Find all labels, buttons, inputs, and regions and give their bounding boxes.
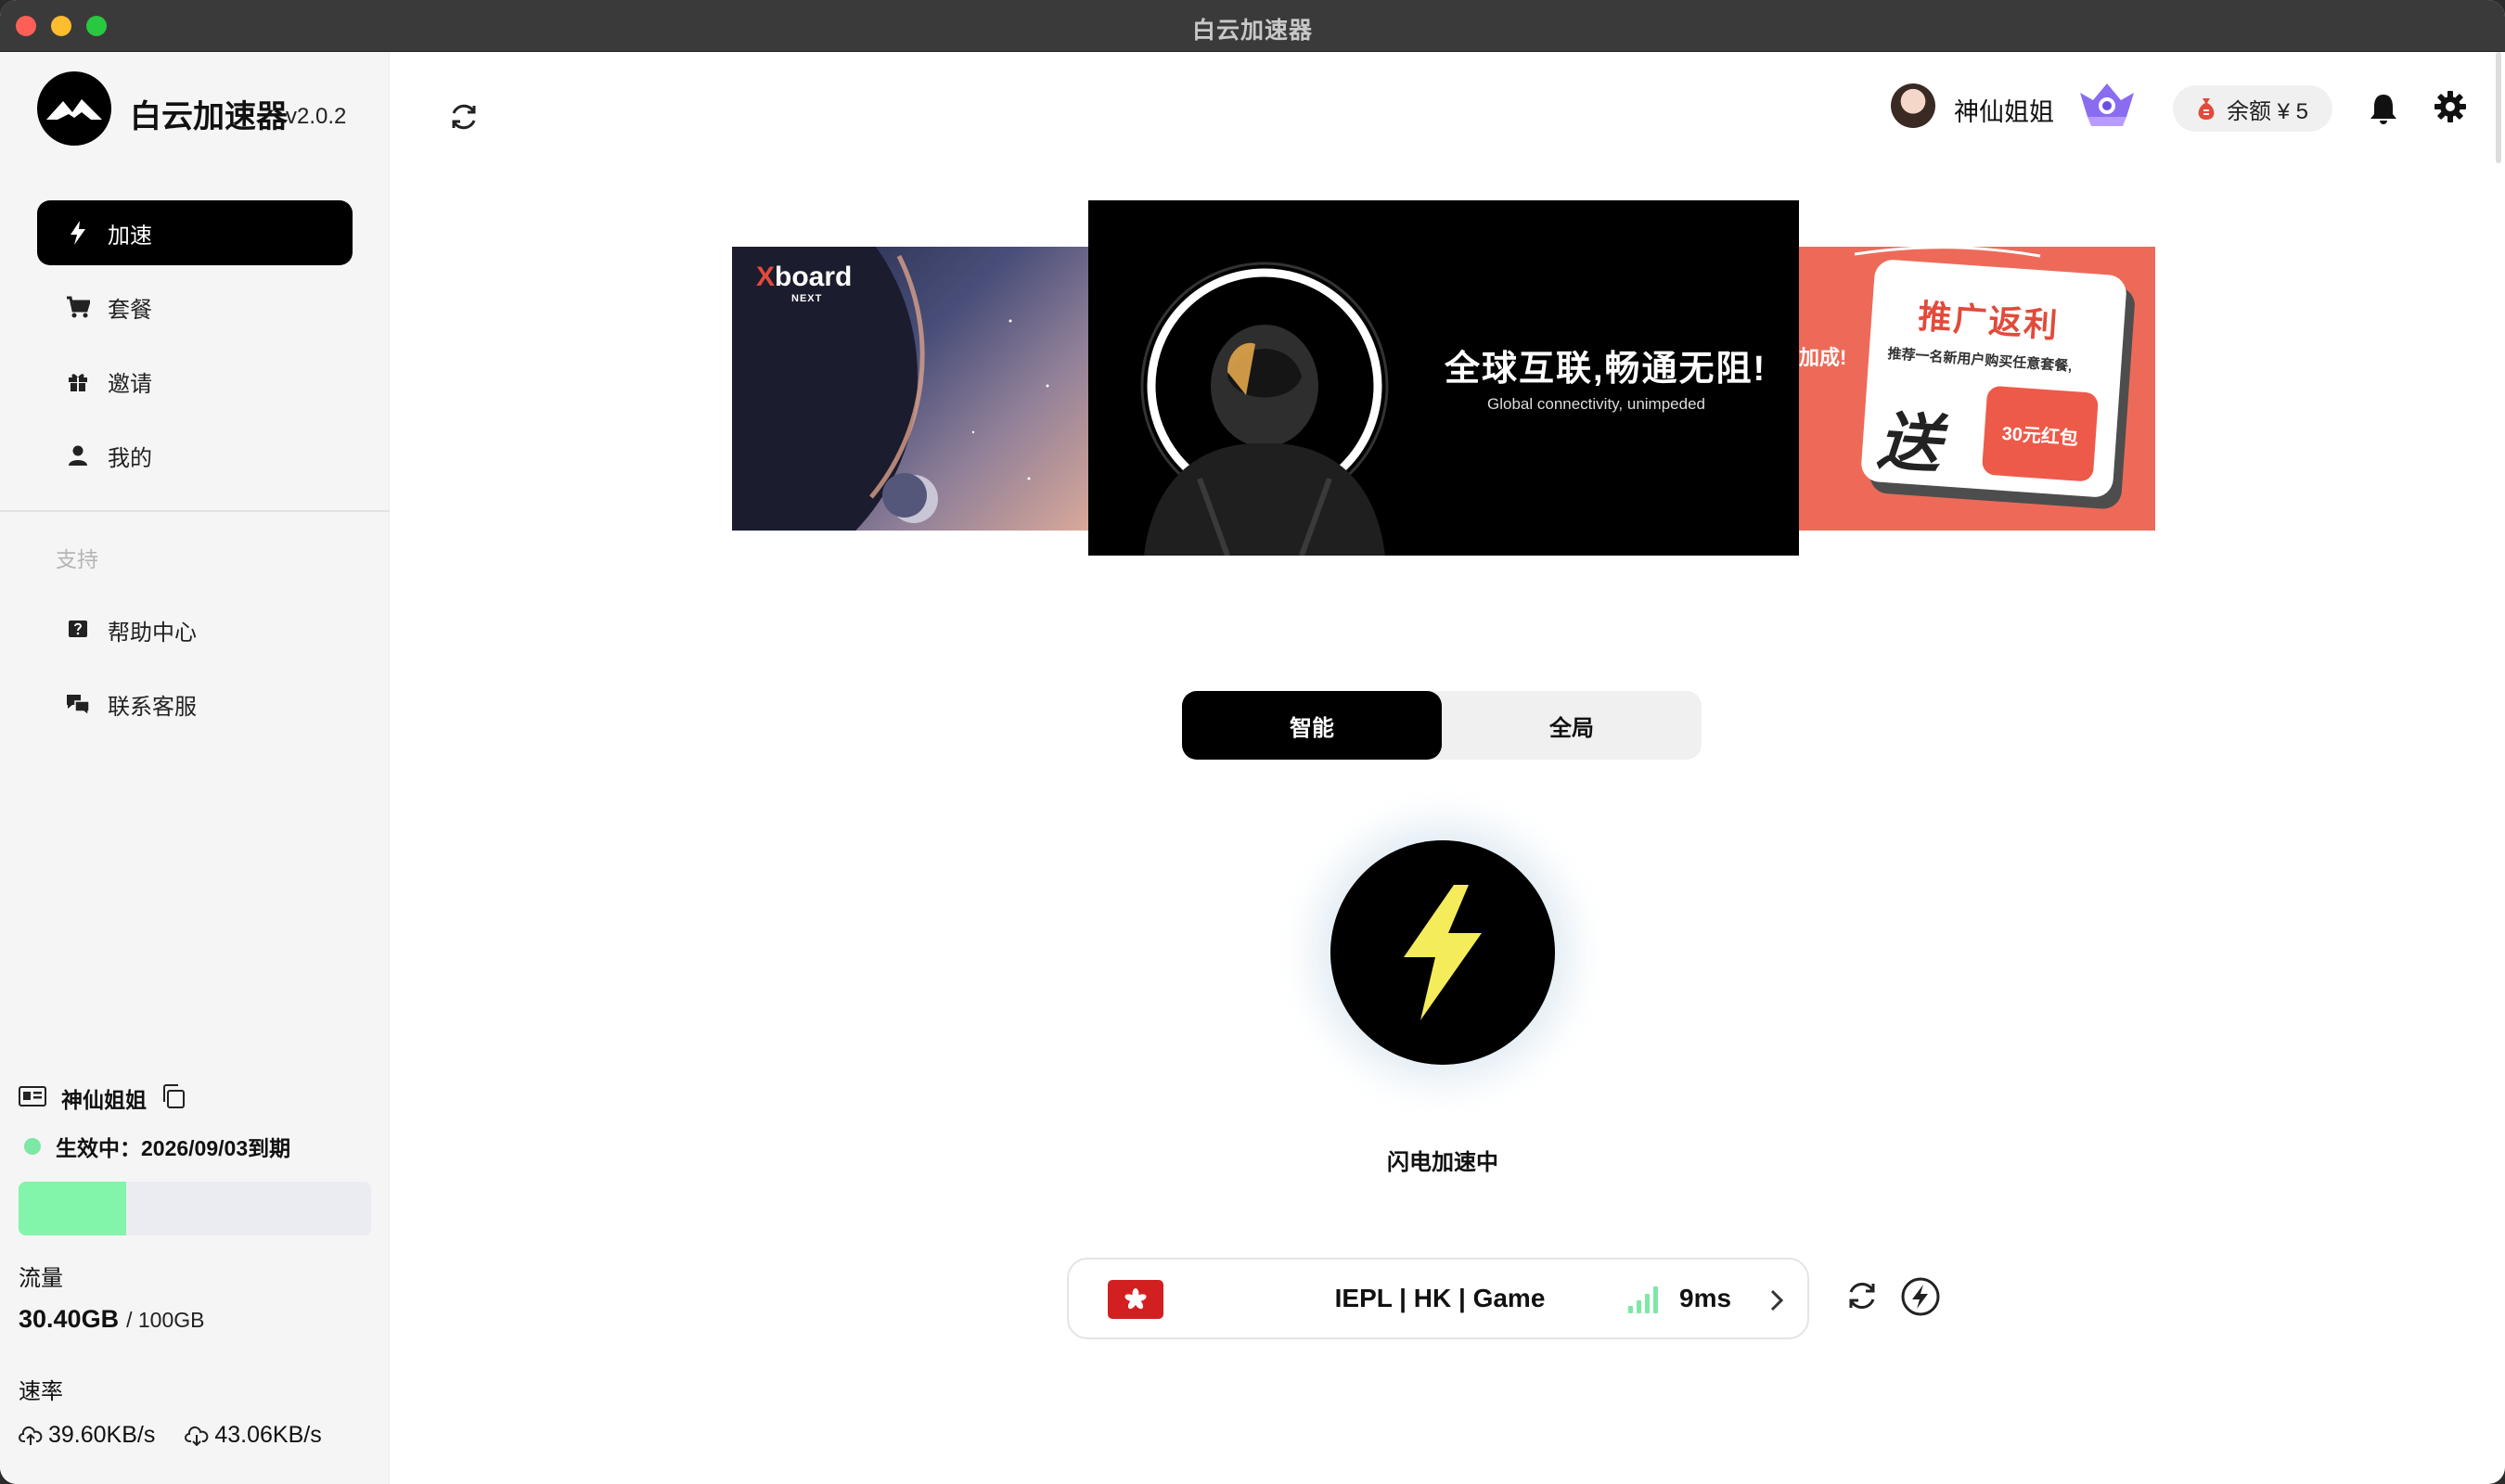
window-title: 白云加速器 xyxy=(1191,18,1313,44)
speed-test-icon[interactable] xyxy=(1900,1276,1941,1317)
xboard-logo-sub: NEXT xyxy=(791,293,823,304)
nav-item-profile[interactable]: 我的 xyxy=(37,423,353,488)
nav-item-plans[interactable]: 套餐 xyxy=(37,275,353,339)
boost-button[interactable] xyxy=(1330,840,1555,1065)
account-username: 神仙姐姐 xyxy=(61,1088,147,1112)
banner-xboard[interactable]: Xboard NEXT xyxy=(732,247,1088,531)
balance-text: 余额 ¥ 5 xyxy=(2227,98,2309,124)
gift-icon xyxy=(65,368,91,394)
traffic-progress-fill xyxy=(19,1182,126,1235)
support-section-label: 支持 xyxy=(56,547,98,571)
traffic-label: 流量 xyxy=(19,1266,63,1291)
vip-badge-icon xyxy=(2076,80,2138,130)
lightning-icon xyxy=(1404,885,1482,1020)
banner-global-connectivity[interactable]: 全球互联,畅通无阻! Global connectivity, unimpede… xyxy=(1088,200,1799,556)
scrollbar[interactable] xyxy=(2496,52,2501,163)
id-card-icon xyxy=(19,1085,46,1111)
nav-item-customer-service[interactable]: 联系客服 xyxy=(37,672,353,736)
promo-description: 推荐一名新用户购买任意套餐, xyxy=(1886,345,2073,375)
gear-icon[interactable] xyxy=(2433,89,2468,124)
sidebar-divider xyxy=(0,510,390,512)
tab-smart-mode[interactable]: 智能 xyxy=(1182,691,1442,760)
mode-toggle: 智能 全局 xyxy=(1182,691,1702,760)
money-bag-icon xyxy=(2195,96,2217,121)
download-speed: 43.06KB/s xyxy=(214,1422,322,1448)
nav-item-label: 联系客服 xyxy=(108,694,197,720)
nav-item-label: 帮助中心 xyxy=(108,620,197,646)
banner-tagline: Global connectivity, unimpeded xyxy=(1487,395,1705,413)
subscription-status: 生效中：2026/09/03到期 xyxy=(56,1136,291,1160)
traffic-progress-bar xyxy=(19,1182,371,1235)
status-indicator xyxy=(24,1138,41,1155)
nav-item-accelerate[interactable]: 加速 xyxy=(37,200,353,265)
copy-icon[interactable] xyxy=(160,1082,187,1115)
traffic-used: 30.40GB xyxy=(19,1305,120,1333)
promo-big-text: 送 xyxy=(1875,405,1944,481)
help-icon xyxy=(65,617,91,643)
title-bar: 白云加速器 xyxy=(0,0,2505,52)
bell-icon[interactable] xyxy=(2366,91,2401,126)
speed-label: 速率 xyxy=(19,1379,63,1404)
app-window: 白云加速器 白云加速器 v2.0.2 加速 套餐 邀请 我的 支持 帮助中心 联… xyxy=(0,0,2505,1484)
app-version: v2.0.2 xyxy=(286,104,347,129)
lightning-icon xyxy=(65,220,91,246)
promo-title: 推广返利 xyxy=(1917,297,2061,345)
app-logo xyxy=(37,71,111,146)
xboard-logo: Xboard xyxy=(756,262,853,292)
header-username[interactable]: 神仙姐姐 xyxy=(1954,92,2054,128)
upload-speed: 39.60KB/s xyxy=(48,1422,156,1448)
nav-item-help-center[interactable]: 帮助中心 xyxy=(37,597,353,662)
node-latency: 9ms xyxy=(1679,1284,1732,1312)
chat-icon xyxy=(65,691,91,717)
nav-item-label: 我的 xyxy=(108,445,152,471)
refresh-node-icon[interactable] xyxy=(1843,1276,1882,1315)
tab-global-mode[interactable]: 全局 xyxy=(1442,691,1702,760)
refresh-icon[interactable] xyxy=(445,98,482,135)
balance-pill[interactable]: 余额 ¥ 5 xyxy=(2173,85,2332,132)
traffic-total: / 100GB xyxy=(126,1308,205,1332)
account-summary: 神仙姐姐 生效中：2026/09/03到期 流量 30.40GB / 100GB… xyxy=(19,1080,371,1449)
nav-item-label: 加速 xyxy=(108,223,152,249)
nav-item-label: 邀请 xyxy=(108,371,152,397)
upload-cloud-icon xyxy=(19,1426,43,1445)
sidebar: 白云加速器 v2.0.2 加速 套餐 邀请 我的 支持 帮助中心 联系客服 神仙… xyxy=(0,52,390,1484)
nav-item-invite[interactable]: 邀请 xyxy=(37,349,353,414)
app-name: 白云加速器 xyxy=(130,99,288,134)
banner-headline: 全球互联,畅通无阻! xyxy=(1445,350,1767,389)
signal-strength-icon xyxy=(1627,1284,1661,1313)
avatar[interactable] xyxy=(1891,83,1935,128)
cart-icon xyxy=(65,294,91,320)
promo-edge-text: 加成! xyxy=(1799,346,1847,369)
download-cloud-icon xyxy=(185,1426,209,1446)
promo-reward: 30元红包 xyxy=(1981,385,2100,482)
boost-status: 闪电加速中 xyxy=(1387,1150,1498,1175)
user-icon xyxy=(65,442,91,468)
banner-referral[interactable]: 加成! 推广返利 推荐一名新用户购买任意套餐, 送 30元红包 xyxy=(1799,247,2155,531)
promo-card: 推广返利 推荐一名新用户购买任意套餐, 送 30元红包 xyxy=(1859,258,2128,499)
nav-item-label: 套餐 xyxy=(108,297,152,323)
chevron-right-icon xyxy=(1766,1287,1787,1313)
node-selector[interactable]: IEPL | HK | Game 9ms xyxy=(1067,1258,1809,1339)
